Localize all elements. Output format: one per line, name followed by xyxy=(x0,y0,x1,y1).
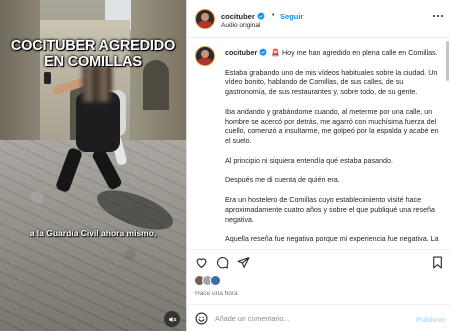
building-right xyxy=(131,0,186,145)
caption-avatar[interactable] xyxy=(195,46,215,66)
more-options-icon[interactable] xyxy=(431,11,445,21)
action-bar xyxy=(187,249,450,273)
phone xyxy=(44,72,51,84)
avatar xyxy=(210,275,221,286)
blurred-face xyxy=(82,66,112,102)
caption-paragraph: Iba andando y grabándome cuando, al mete… xyxy=(225,107,439,146)
audio-label[interactable]: Audio original xyxy=(221,22,260,29)
comment-icon[interactable] xyxy=(216,256,229,269)
building-left xyxy=(0,0,40,150)
caption-username[interactable]: cocituber xyxy=(225,48,267,57)
avatar[interactable] xyxy=(195,9,215,29)
verified-badge-icon xyxy=(257,12,265,20)
post-header: cocituber • Seguir Audio original xyxy=(187,0,450,38)
post-details-panel: cocituber • Seguir Audio original cocitu… xyxy=(186,0,450,331)
caption-paragraph: Después me di cuenta de quién era. xyxy=(225,176,340,185)
mute-button[interactable] xyxy=(164,311,180,327)
caption-paragraph: Estaba grabando uno de mis vídeos habitu… xyxy=(225,68,438,97)
header-username[interactable]: cocituber xyxy=(221,12,265,21)
caption-paragraph: Era un hostelero de Comillas cuyo establ… xyxy=(225,195,435,224)
separator-dot: • xyxy=(272,12,275,19)
speaker-muted-icon xyxy=(168,316,176,322)
caption-area[interactable]: cocituber 🚨 Hoy me han agredido en plena … xyxy=(187,39,450,245)
post-video[interactable]: COCITUBER AGREDIDO EN COMILLAS a la Guar… xyxy=(0,0,186,331)
follow-button[interactable]: Seguir xyxy=(280,12,303,21)
caption-text: cocituber 🚨 Hoy me han agredido en plena … xyxy=(225,48,439,245)
video-headline: COCITUBER AGREDIDO EN COMILLAS xyxy=(10,38,176,70)
instagram-post: COCITUBER AGREDIDO EN COMILLAS a la Guar… xyxy=(0,0,450,331)
scrollbar[interactable] xyxy=(446,41,449,81)
share-icon[interactable] xyxy=(237,256,250,269)
heart-icon[interactable] xyxy=(195,256,208,269)
bookmark-icon[interactable] xyxy=(431,256,444,269)
comment-input[interactable] xyxy=(215,311,405,326)
caption-paragraph: Aquella reseña fue negativa porque mi ex… xyxy=(225,235,439,245)
post-timestamp[interactable]: Hace una hora xyxy=(195,290,238,297)
caption-paragraph: Al principio ni siquiera entendía qué es… xyxy=(225,156,393,165)
comment-bar: Publicar xyxy=(187,304,450,331)
verified-badge-icon xyxy=(259,48,267,56)
video-subtitle: a la Guardia Civil ahora mismo, xyxy=(29,228,157,238)
emoji-icon[interactable] xyxy=(195,312,208,325)
caption-paragraph: 🚨 Hoy me han agredido en plena calle en … xyxy=(271,49,438,57)
publish-button[interactable]: Publicar xyxy=(416,315,446,324)
